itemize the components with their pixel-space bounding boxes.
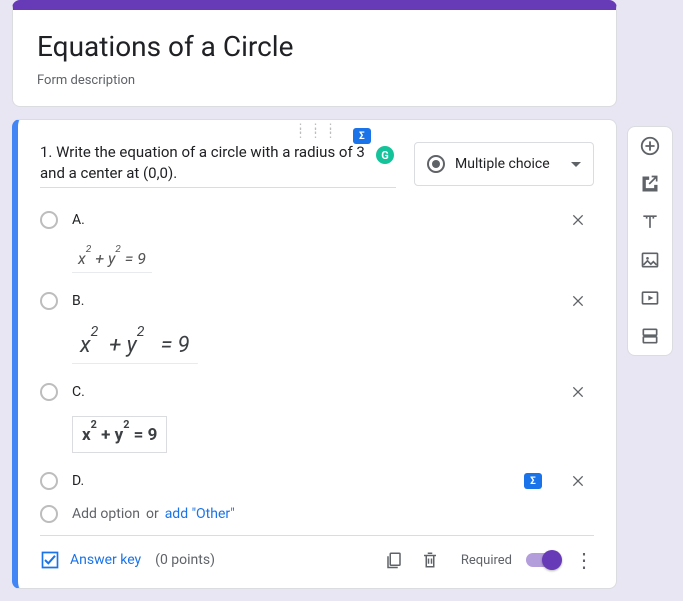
option-radio[interactable] <box>40 383 58 401</box>
trash-icon <box>421 550 439 570</box>
option-label-input[interactable]: D. <box>72 473 510 489</box>
option-radio[interactable] <box>40 472 58 490</box>
add-other-button[interactable]: add "Other" <box>165 506 235 522</box>
answer-key-label: Answer key <box>70 552 141 568</box>
copy-icon <box>385 550 403 570</box>
duplicate-button[interactable] <box>383 549 405 571</box>
points-label: (0 points) <box>155 552 215 568</box>
close-icon <box>570 212 586 228</box>
add-section-button[interactable] <box>639 325 661 347</box>
question-type-label: Multiple choice <box>455 156 550 172</box>
question-text: 1. Write the equation of a circle with a… <box>40 142 396 184</box>
plus-circle-icon <box>639 135 661 157</box>
equation-image-c[interactable]: x2 + y2 = 9 <box>72 416 167 454</box>
video-icon <box>640 288 660 308</box>
floating-toolbar <box>627 126 673 356</box>
option-radio[interactable] <box>40 292 58 310</box>
close-icon <box>570 384 586 400</box>
answer-key-button[interactable]: Answer key <box>40 550 141 570</box>
option-radio <box>40 505 58 523</box>
add-question-button[interactable] <box>639 135 661 157</box>
required-toggle[interactable] <box>526 553 560 567</box>
option-row: C. <box>40 374 594 410</box>
question-type-dropdown[interactable]: Multiple choice <box>414 142 594 186</box>
form-title[interactable]: Equations of a Circle <box>37 30 592 63</box>
remove-option-button[interactable] <box>562 285 594 317</box>
option-label-input[interactable]: B. <box>72 293 548 309</box>
equation-image-b[interactable]: x2 + y2 = 9 <box>72 325 198 363</box>
add-option-row: Add option or add "Other" <box>40 505 594 523</box>
import-questions-button[interactable] <box>639 173 661 195</box>
remove-option-button[interactable] <box>562 376 594 408</box>
chevron-down-icon <box>571 162 581 167</box>
answer-key-icon <box>40 550 60 570</box>
option-row: D. Σ <box>40 463 594 499</box>
equation-editor-icon[interactable]: Σ <box>524 473 542 489</box>
equation-image-a[interactable]: x2 + y2 = 9 <box>72 244 152 273</box>
question-card: ⋮⋮⋮⋮⋮⋮ Σ 1. Write the equation of a circ… <box>12 119 617 589</box>
add-title-button[interactable] <box>639 211 661 233</box>
remove-option-button[interactable] <box>562 465 594 497</box>
option-row: A. <box>40 202 594 238</box>
add-image-button[interactable] <box>639 249 661 271</box>
question-footer: Answer key (0 points) Required ⋮ <box>40 535 594 580</box>
option-label-input[interactable]: A. <box>72 212 548 228</box>
add-option-button[interactable]: Add option <box>72 506 140 522</box>
import-icon <box>640 174 660 194</box>
image-icon <box>640 250 660 270</box>
close-icon <box>570 473 586 489</box>
question-text-input[interactable]: 1. Write the equation of a circle with a… <box>40 142 396 188</box>
remove-option-button[interactable] <box>562 204 594 236</box>
options-list: A. x2 + y2 = 9 B. x2 + y2 = 9 <box>40 202 594 523</box>
grammarly-icon[interactable]: G <box>376 146 394 164</box>
section-icon <box>640 326 660 346</box>
radio-icon <box>427 155 445 173</box>
drag-handle-icon[interactable]: ⋮⋮⋮⋮⋮⋮ <box>295 126 340 136</box>
add-or-label: or <box>146 506 159 522</box>
form-description[interactable]: Form description <box>37 73 592 88</box>
close-icon <box>570 293 586 309</box>
more-options-button[interactable]: ⋮ <box>574 548 594 572</box>
option-label-input[interactable]: C. <box>72 384 548 400</box>
option-row: B. <box>40 283 594 319</box>
form-header-card: Equations of a Circle Form description <box>12 0 617 107</box>
delete-button[interactable] <box>419 549 441 571</box>
text-icon <box>640 212 660 232</box>
add-video-button[interactable] <box>639 287 661 309</box>
required-label: Required <box>461 553 512 568</box>
option-radio[interactable] <box>40 211 58 229</box>
